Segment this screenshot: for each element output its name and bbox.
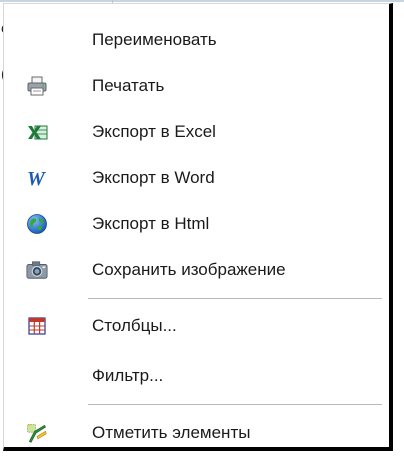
screen: e ( Переименовать Печатать bbox=[0, 0, 404, 463]
context-menu: Переименовать Печатать Экспорт в Excel W… bbox=[3, 3, 393, 451]
menu-item-save-image[interactable]: Сохранить изображение bbox=[4, 247, 389, 293]
menu-item-export-word[interactable]: W Экспорт в Word bbox=[4, 155, 389, 201]
svg-text:W: W bbox=[27, 168, 46, 189]
menu-item-rename[interactable]: Переименовать bbox=[4, 17, 389, 63]
menu-item-label: Столбцы... bbox=[92, 316, 177, 335]
menu-item-mark-items[interactable]: Отметить элементы bbox=[4, 410, 389, 456]
columns-grid-icon bbox=[26, 315, 48, 337]
excel-icon bbox=[26, 121, 48, 143]
globe-icon bbox=[26, 213, 48, 235]
menu-separator bbox=[88, 404, 382, 405]
menu-item-label: Отметить элементы bbox=[92, 423, 251, 442]
camera-icon bbox=[26, 259, 48, 281]
menu-item-label: Переименовать bbox=[92, 30, 217, 49]
menu-item-filter[interactable]: Фильтр... bbox=[4, 353, 389, 399]
mark-items-icon bbox=[26, 422, 48, 444]
menu-item-print[interactable]: Печатать bbox=[4, 63, 389, 109]
printer-icon bbox=[26, 75, 48, 97]
menu-item-label: Сохранить изображение bbox=[92, 260, 286, 279]
menu-item-label: Фильтр... bbox=[92, 366, 164, 385]
menu-item-export-excel[interactable]: Экспорт в Excel bbox=[4, 109, 389, 155]
menu-item-export-html[interactable]: Экспорт в Html bbox=[4, 201, 389, 247]
menu-item-label: Экспорт в Html bbox=[92, 214, 210, 233]
menu-item-label: Печатать bbox=[92, 76, 165, 95]
menu-item-columns[interactable]: Столбцы... bbox=[4, 303, 389, 349]
menu-item-label: Экспорт в Word bbox=[92, 168, 215, 187]
word-icon: W bbox=[26, 167, 48, 189]
menu-separator bbox=[88, 298, 382, 299]
background-window-edge bbox=[0, 0, 404, 2]
menu-item-label: Экспорт в Excel bbox=[92, 122, 216, 141]
